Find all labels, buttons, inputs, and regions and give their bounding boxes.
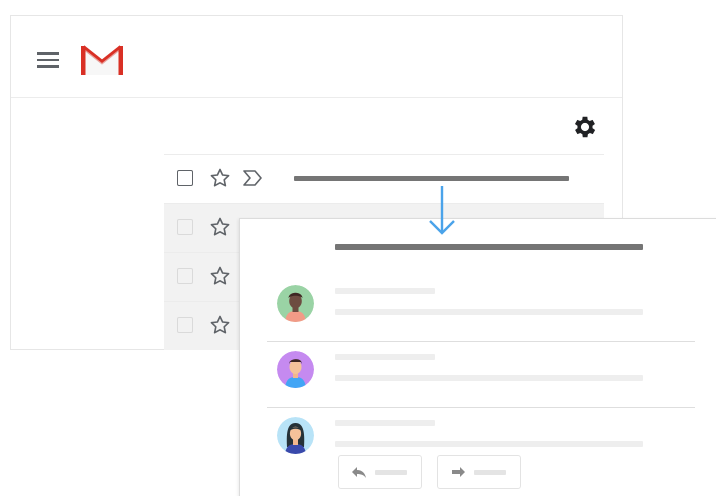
reply-arrow-icon <box>352 467 366 478</box>
sender-placeholder-bar <box>335 288 435 294</box>
onboarding-illustration <box>0 0 716 496</box>
down-arrow-icon <box>429 186 455 235</box>
star-outline-icon[interactable] <box>208 313 232 337</box>
checkbox-icon[interactable] <box>177 219 193 235</box>
snippet-placeholder-bar <box>335 309 643 315</box>
snippet-placeholder-bar <box>335 375 643 381</box>
sender-placeholder-bar <box>335 420 435 426</box>
star-outline-icon[interactable] <box>208 166 232 190</box>
person-avatar-icon <box>277 351 314 388</box>
important-marker-icon[interactable] <box>242 169 264 187</box>
forward-label-placeholder-bar <box>474 470 506 475</box>
forward-button[interactable] <box>437 455 521 489</box>
subject-placeholder-bar <box>294 176 569 181</box>
thread-subject-placeholder-bar <box>335 244 643 250</box>
email-thread-panel <box>239 218 716 496</box>
star-outline-icon[interactable] <box>208 264 232 288</box>
gmail-logo <box>81 44 123 76</box>
checkbox-icon[interactable] <box>177 317 193 333</box>
person-avatar-icon <box>277 285 314 322</box>
message-item[interactable] <box>267 343 695 408</box>
hamburger-menu-icon[interactable] <box>37 52 59 68</box>
sender-placeholder-bar <box>335 354 435 360</box>
forward-arrow-icon <box>452 467 465 477</box>
reply-button[interactable] <box>338 455 422 489</box>
message-item[interactable] <box>267 277 695 342</box>
person-avatar-icon <box>277 417 314 454</box>
gmail-header <box>11 16 622 98</box>
gear-icon[interactable] <box>571 113 599 141</box>
star-outline-icon[interactable] <box>208 215 232 239</box>
checkbox-icon[interactable] <box>177 268 193 284</box>
checkbox-icon[interactable] <box>177 170 193 186</box>
reply-label-placeholder-bar <box>375 470 407 475</box>
inbox-row[interactable] <box>164 154 604 203</box>
snippet-placeholder-bar <box>335 441 643 447</box>
